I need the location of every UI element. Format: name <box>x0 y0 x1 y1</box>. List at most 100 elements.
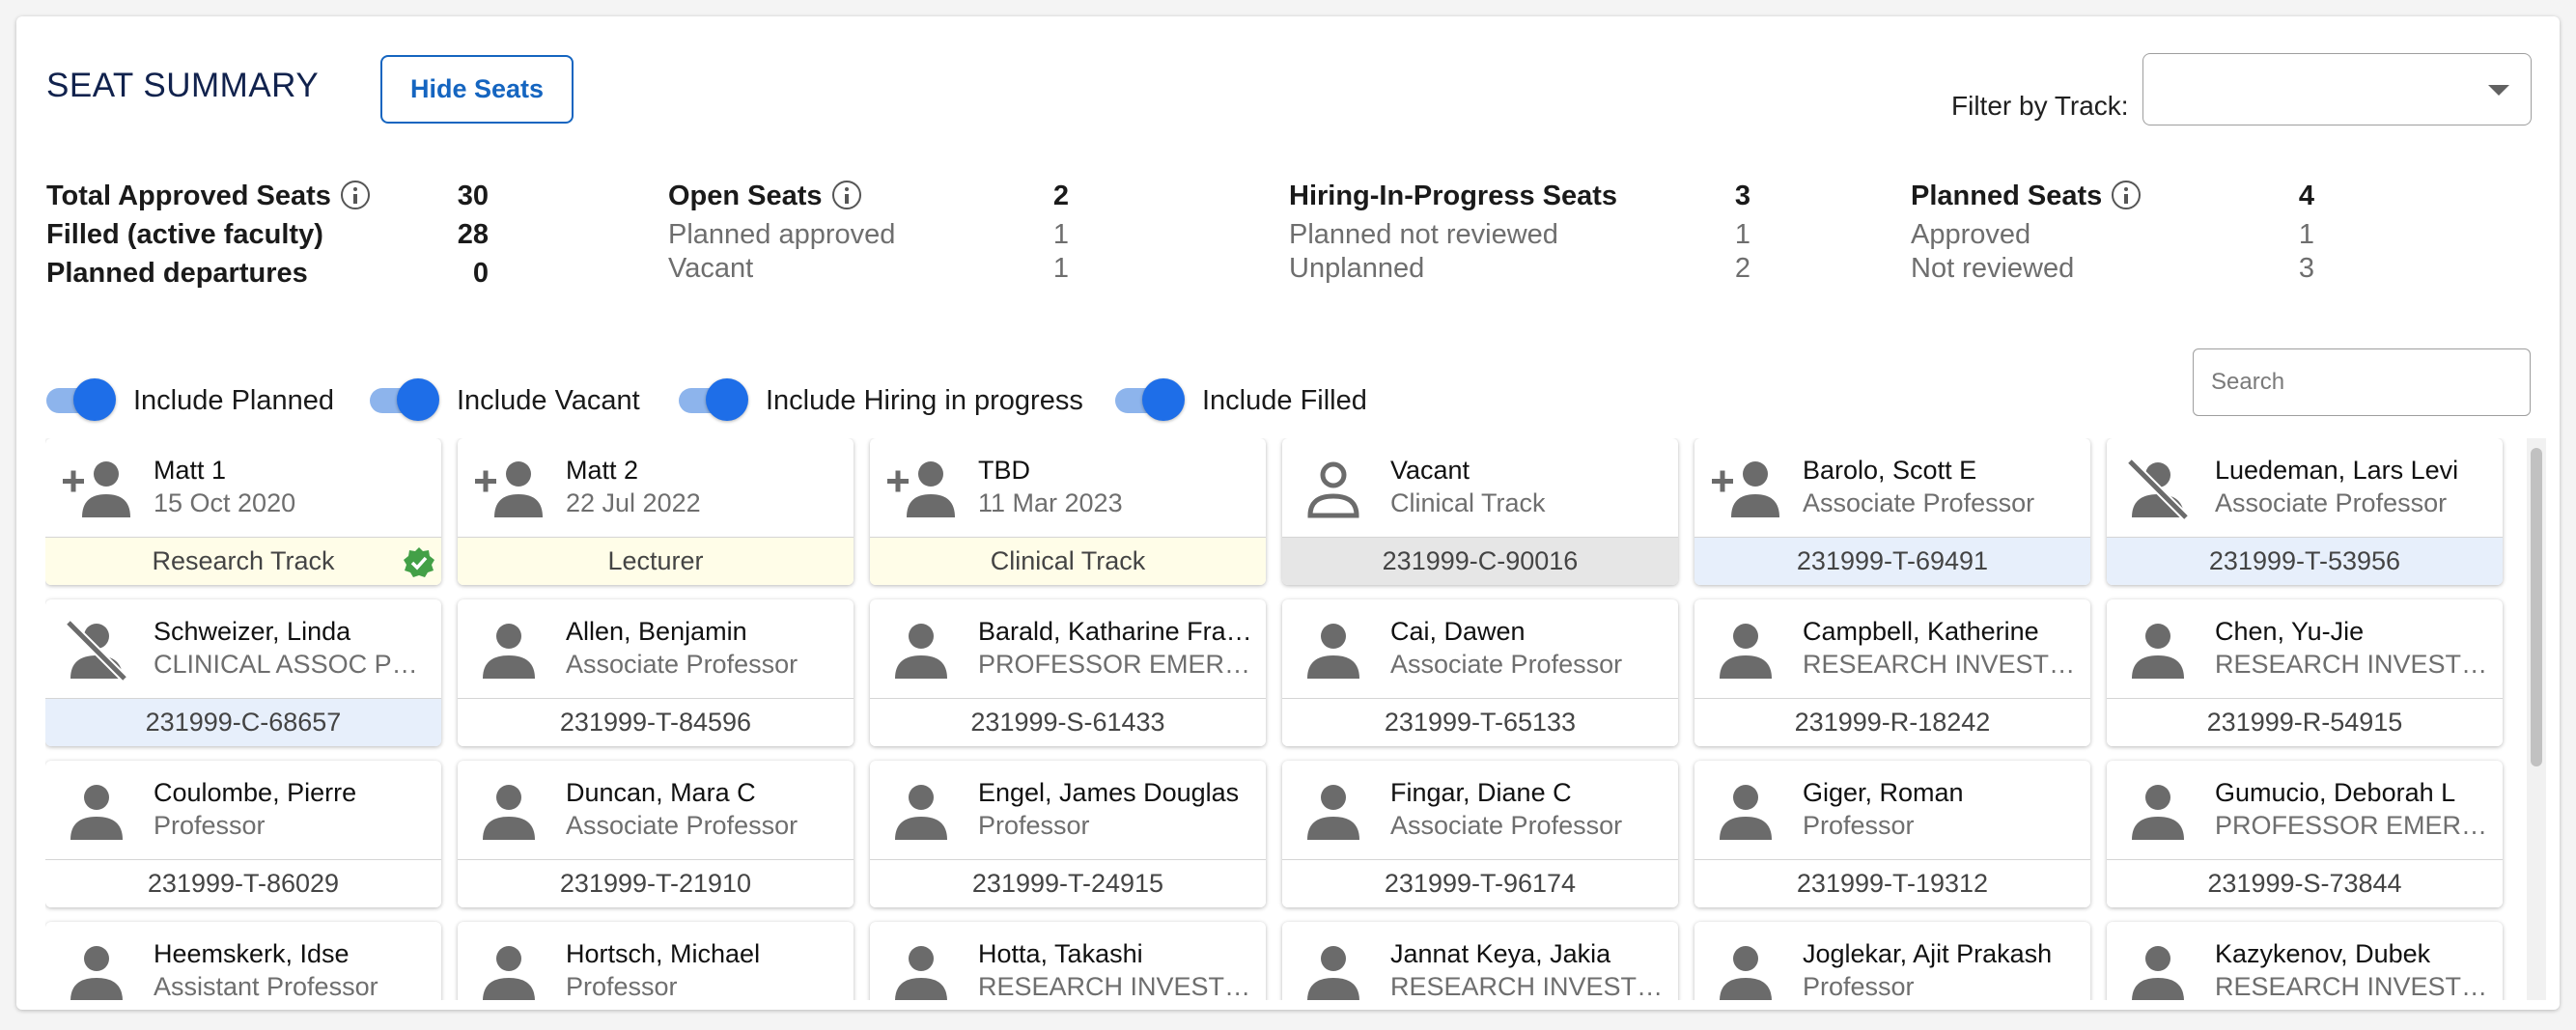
seat-card[interactable]: Heemskerk, Idse Assistant Professor <box>45 922 441 1000</box>
seat-subtitle: Professor <box>1803 972 1915 1000</box>
toggle-label: Include Vacant <box>457 384 640 416</box>
seat-footer: Research Track <box>45 537 441 585</box>
toggle-label: Include Filled <box>1202 384 1367 416</box>
info-icon[interactable] <box>831 181 861 209</box>
seat-card[interactable]: Duncan, Mara C Associate Professor 231999-… <box>458 761 854 907</box>
toggle-include-hiring[interactable]: Include Hiring in progress <box>679 378 1083 423</box>
seat-card[interactable]: Allen, Benjamin Associate Professor 231999… <box>458 599 854 746</box>
seat-card[interactable]: Hotta, Takashi RESEARCH INVESTIGATOR <box>870 922 1266 1000</box>
seat-card[interactable]: Joglekar, Ajit Prakash Professor <box>1694 922 2090 1000</box>
seat-subtitle: Professor <box>978 811 1090 840</box>
seat-footer: 231999-T-65133 <box>1282 698 1678 746</box>
stat-label: Planned Seats <box>1911 181 2103 211</box>
seat-card[interactable]: Campbell, Katherine RESEARCH INVESTIGATOR… <box>1694 599 2090 746</box>
seat-name: Giger, Roman <box>1803 778 1964 807</box>
seat-name: Jannat Keya, Jakia <box>1390 939 1611 968</box>
seat-name: Heemskerk, Idse <box>154 939 350 968</box>
switch-thumb <box>706 378 748 421</box>
seat-card[interactable]: TBD 11 Mar 2023 Clinical Track <box>870 438 1266 585</box>
stat-label: Filled (active faculty) <box>46 219 323 250</box>
person-icon <box>1298 780 1369 842</box>
seat-card[interactable]: Schweizer, Linda CLINICAL ASSOC PROFESSOR… <box>45 599 441 746</box>
seat-card[interactable]: Engel, James Douglas Professor 231999-T-24… <box>870 761 1266 907</box>
seat-subtitle: Associate Professor <box>1803 488 2035 517</box>
seat-subtitle: PROFESSOR EMERITUS <box>2215 811 2490 840</box>
seat-card[interactable]: Vacant Clinical Track 231999-C-90016 <box>1282 438 1678 585</box>
seat-footer-text: 231999-S-73844 <box>2207 869 2402 898</box>
seat-name: Gumucio, Deborah L <box>2215 778 2456 807</box>
seat-card[interactable]: Coulombe, Pierre Professor 231999-T-86029 <box>45 761 441 907</box>
seat-footer-text: Research Track <box>152 546 335 575</box>
seat-footer: 231999-T-21910 <box>458 859 854 907</box>
seat-footer-text: 231999-T-86029 <box>147 869 340 898</box>
stat-label: Hiring-In-Progress Seats <box>1289 181 1618 211</box>
seat-footer-text: 231999-C-90016 <box>1382 546 1579 575</box>
switch-track <box>46 378 116 421</box>
seat-card[interactable]: Luedeman, Lars Levi Associate Professor 23… <box>2107 438 2503 585</box>
seat-card[interactable]: Matt 2 22 Jul 2022 Lecturer <box>458 438 854 585</box>
seat-footer: 231999-T-19312 <box>1694 859 2090 907</box>
person-icon <box>61 780 132 842</box>
hide-seats-button[interactable]: Hide Seats <box>380 55 574 124</box>
stat-label: Approved <box>1911 219 2031 250</box>
switch-thumb <box>73 378 116 421</box>
person-off-icon <box>2122 458 2194 521</box>
filter-by-track-select[interactable] <box>2142 53 2532 125</box>
info-icon[interactable] <box>2112 181 2142 209</box>
person-outline-icon <box>1298 458 1369 519</box>
seat-footer: 231999-R-18242 <box>1694 698 2090 746</box>
stat-label: Unplanned <box>1289 253 1425 284</box>
seat-footer-text: 231999-T-21910 <box>559 869 752 898</box>
seat-card[interactable]: Jannat Keya, Jakia RESEARCH INVESTIGATOR <box>1282 922 1678 1000</box>
search-input[interactable] <box>2193 348 2531 416</box>
info-icon[interactable] <box>340 181 370 209</box>
seat-card[interactable]: Chen, Yu-Jie RESEARCH INVESTIGATOR 231999-… <box>2107 599 2503 746</box>
seat-card[interactable]: Hortsch, Michael Professor <box>458 922 854 1000</box>
seat-card[interactable]: Barald, Katharine Francis PROFESSOR EMERI… <box>870 599 1266 746</box>
switch-thumb <box>1142 378 1185 421</box>
seat-card[interactable]: Matt 1 15 Oct 2020 Research Track <box>45 438 441 585</box>
stat-value: 3 <box>1734 181 1750 211</box>
seat-card[interactable]: Barolo, Scott E Associate Professor 231999… <box>1694 438 2090 585</box>
seat-card[interactable]: Kazykenov, Dubek RESEARCH INVESTIGATOR <box>2107 922 2503 1000</box>
person-off-icon <box>61 619 132 682</box>
switch-track <box>679 378 748 421</box>
seat-name: Matt 1 <box>154 456 227 485</box>
seat-subtitle: RESEARCH INVESTIGATOR <box>978 972 1253 1000</box>
scrollbar[interactable] <box>2527 438 2546 1000</box>
stat-value: 0 <box>472 258 489 289</box>
seat-name: Coulombe, Pierre <box>154 778 357 807</box>
toggle-label: Include Planned <box>133 384 334 416</box>
seat-name: Allen, Benjamin <box>566 617 747 646</box>
switch-thumb <box>397 378 439 421</box>
seat-card[interactable]: Gumucio, Deborah L PROFESSOR EMERITUS 2319… <box>2107 761 2503 907</box>
toggle-include-filled[interactable]: Include Filled <box>1115 378 1367 423</box>
seat-footer: 231999-T-96174 <box>1282 859 1678 907</box>
seat-footer: Lecturer <box>458 537 854 585</box>
seat-footer-text: 231999-T-65133 <box>1384 708 1577 737</box>
stat-value: 1 <box>1052 253 1069 284</box>
seat-subtitle: Professor <box>154 811 266 840</box>
seat-card[interactable]: Cai, Dawen Associate Professor 231999-T-65… <box>1282 599 1678 746</box>
toggle-include-planned[interactable]: Include Planned <box>46 378 334 423</box>
approved-check-icon <box>403 546 435 579</box>
seat-subtitle: RESEARCH INVESTIGATOR <box>1803 650 2078 679</box>
seat-footer: 231999-T-24915 <box>870 859 1266 907</box>
seat-footer-text: 231999-T-96174 <box>1384 869 1577 898</box>
seat-card-grid: Matt 1 15 Oct 2020 Research Track Matt 2 22 … <box>45 438 2527 1000</box>
scrollbar-thumb[interactable] <box>2531 448 2542 766</box>
seat-card[interactable]: Giger, Roman Professor 231999-T-19312 <box>1694 761 2090 907</box>
seat-name: Hortsch, Michael <box>566 939 761 968</box>
person-icon <box>1298 941 1369 1000</box>
switch-track <box>1115 378 1185 421</box>
stat-value: 1 <box>1052 219 1069 250</box>
person-icon <box>885 780 957 842</box>
person-add-icon <box>1710 458 1781 519</box>
seat-footer: 231999-C-68657 <box>45 698 441 746</box>
person-icon <box>61 941 132 1000</box>
stat-label: Open Seats <box>668 181 823 211</box>
toggle-label: Include Hiring in progress <box>766 384 1083 416</box>
toggle-include-vacant[interactable]: Include Vacant <box>370 378 640 423</box>
person-icon <box>1710 619 1781 681</box>
seat-card[interactable]: Fingar, Diane C Associate Professor 231999… <box>1282 761 1678 907</box>
